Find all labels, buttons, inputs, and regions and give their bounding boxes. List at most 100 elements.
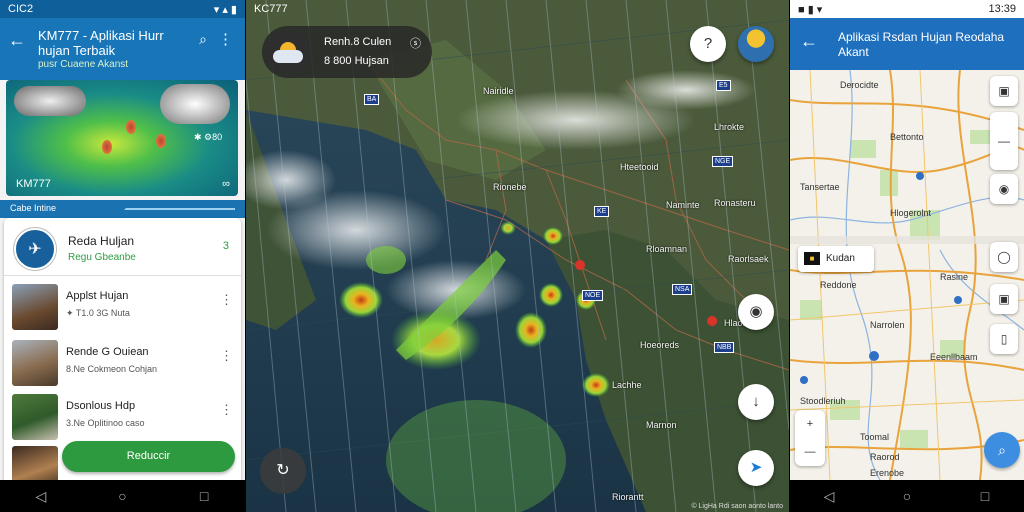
- partly-cloudy-icon: [267, 31, 309, 73]
- map-place-label: Lhrokte: [714, 122, 745, 132]
- location-chip-label: Kudan: [826, 253, 855, 264]
- system-nav-bar: ◁ ○ □: [790, 480, 1024, 512]
- map-place-label: Raorlsaek: [728, 254, 769, 264]
- featured-app[interactable]: ✈ Reda Huljan Regu Gbeanbe 3: [4, 218, 241, 276]
- map-place-label: Reddone: [820, 280, 857, 290]
- weather-summary-card[interactable]: Renh.8 Culen 8 800 Hujsan ⓢ: [262, 26, 432, 78]
- zoom-control: + —: [795, 410, 825, 466]
- location-chip[interactable]: ■ Kudan: [798, 246, 874, 272]
- status-time: CIC2: [8, 3, 34, 15]
- navigate-button[interactable]: ➤: [738, 450, 774, 486]
- status-bar: CIC2 ▾ ▴ ▮: [0, 0, 245, 18]
- item-title: Rende G Ouiean: [66, 346, 149, 358]
- map-place-label: Hoeoreds: [640, 340, 680, 350]
- help-button[interactable]: ?: [690, 26, 726, 62]
- map-place-label: Rionebe: [493, 182, 527, 192]
- more-menu-icon[interactable]: ⋮: [220, 292, 233, 308]
- more-menu-icon[interactable]: ⋮: [220, 402, 233, 418]
- item-subtitle: 3.Ne Oplitinoo caso: [66, 418, 145, 428]
- road-shield: NGE: [712, 156, 734, 167]
- person-button[interactable]: ◯: [990, 242, 1018, 272]
- map-place-label: Ronasteru: [714, 198, 756, 208]
- nav-back-icon[interactable]: ◁: [26, 488, 56, 505]
- search-icon[interactable]: ⌕: [199, 31, 207, 48]
- layers-button[interactable]: ▣: [990, 76, 1018, 106]
- map-place-label: Eeenllbaam: [930, 352, 978, 362]
- search-map-button[interactable]: ⌕: [984, 432, 1020, 468]
- zoom-out-button[interactable]: —: [795, 438, 825, 466]
- nav-recent-icon[interactable]: □: [189, 488, 219, 504]
- nav-recent-icon[interactable]: □: [970, 488, 1000, 504]
- road-shield: E5: [716, 80, 731, 91]
- road-shield: BA: [364, 94, 380, 105]
- rain-cell: [126, 120, 136, 134]
- map-place-label: Bettonto: [890, 132, 924, 142]
- status-time: KC777: [254, 3, 288, 15]
- road-shield: NBB: [714, 342, 735, 353]
- zoom-in-button[interactable]: +: [795, 410, 825, 438]
- item-subtitle: ✦ T1.0 3G Nuta: [66, 308, 130, 318]
- compass-button[interactable]: ◉: [990, 174, 1018, 204]
- hero-label: KM777: [16, 178, 51, 190]
- weather-tag-icon[interactable]: ⓢ: [410, 35, 421, 51]
- map-place-label: Erenobe: [870, 468, 905, 478]
- system-nav-bar: ◁ ○ □: [0, 480, 245, 512]
- weather-avatar[interactable]: [738, 26, 774, 62]
- list-item[interactable]: Applst Hujan ✦ T1.0 3G Nuta ⋮: [4, 284, 241, 339]
- road-shield: KE: [594, 206, 610, 217]
- app-subtitle: pusr Cuaene Akanst: [38, 59, 129, 70]
- nav-back-icon[interactable]: ◁: [814, 488, 844, 505]
- link-icon[interactable]: ∞: [222, 178, 230, 190]
- app-title: Aplikasi Rsdan Hujan Reodaha Akant: [838, 30, 1005, 59]
- more-menu-icon[interactable]: ⋮: [218, 30, 233, 48]
- map-place-label: Derocidte: [840, 80, 879, 90]
- thumbnail-image: [12, 340, 58, 386]
- zoom-out-button[interactable]: —: [990, 112, 1018, 170]
- airplane-icon: ✈: [14, 228, 56, 270]
- radar-map-screen: KC777 Nairidle Lhrokte Hteetooid Rionebe…: [246, 0, 789, 512]
- map-type-button[interactable]: ▣: [990, 284, 1018, 314]
- map-place-label: Tansertae: [800, 182, 840, 192]
- download-button[interactable]: ↓: [738, 384, 774, 420]
- item-subtitle: 8.Ne Cokmeon Cohjan: [66, 364, 158, 374]
- nav-home-icon[interactable]: ○: [892, 488, 922, 504]
- more-menu-icon[interactable]: ⋮: [220, 348, 233, 364]
- item-title: Dsonlous Hdp: [66, 400, 136, 412]
- primary-action-button[interactable]: Reduccir: [62, 441, 235, 472]
- thumbnail-image: [12, 446, 58, 480]
- weather-title: Renh.8 Culen: [324, 36, 392, 48]
- list-item[interactable]: Rende G Ouiean 8.Ne Cokmeon Cohjan ⋮: [4, 340, 241, 395]
- refresh-button[interactable]: ↻: [260, 448, 306, 494]
- map-place-label: Narrolen: [870, 320, 905, 330]
- map-place-label: Lachhe: [612, 380, 642, 390]
- app-bar: ← KM777 - Aplikasi Hurr hujan Terbaik pu…: [0, 18, 245, 80]
- map-place-label: Marnon: [646, 420, 677, 430]
- status-bar: ■ ▮ ▾ 13:39: [790, 0, 1024, 18]
- location-pin-button[interactable]: ◉: [738, 294, 774, 330]
- slider-track[interactable]: [116, 208, 235, 210]
- map-place-label: Rasine: [940, 272, 969, 282]
- featured-badge: 3: [222, 240, 229, 252]
- rain-cell: [156, 134, 166, 148]
- featured-subtitle: Regu Gbeanbe: [68, 252, 136, 263]
- map-place-label: Rloamnan: [646, 244, 688, 254]
- road-shield: NOE: [582, 290, 604, 301]
- map-place-label: Naminte: [666, 200, 700, 210]
- location-chip-icon: ■: [804, 252, 820, 265]
- radar-preview-banner[interactable]: ✱ ⚙80 KM777 ∞: [6, 80, 238, 196]
- map-place-label: Stoodleriuh: [800, 396, 846, 406]
- section-header: Cabe Intine: [0, 200, 245, 218]
- back-arrow-icon[interactable]: ←: [8, 30, 26, 51]
- back-arrow-icon[interactable]: ←: [800, 31, 818, 52]
- hero-value: ✱ ⚙80: [194, 132, 223, 142]
- item-title: Applst Hujan: [66, 290, 129, 302]
- map-place-label: Hlogerolnt: [890, 208, 932, 218]
- status-bar: KC777: [246, 0, 789, 18]
- map-place-label: Toomal: [860, 432, 890, 442]
- share-button[interactable]: ▯: [990, 324, 1018, 354]
- road-shield: NSA: [672, 284, 693, 295]
- nav-home-icon[interactable]: ○: [107, 488, 137, 504]
- thumbnail-image: [12, 394, 58, 440]
- cloud-icon: [14, 86, 86, 116]
- weather-subtitle: 8 800 Hujsan: [324, 55, 389, 67]
